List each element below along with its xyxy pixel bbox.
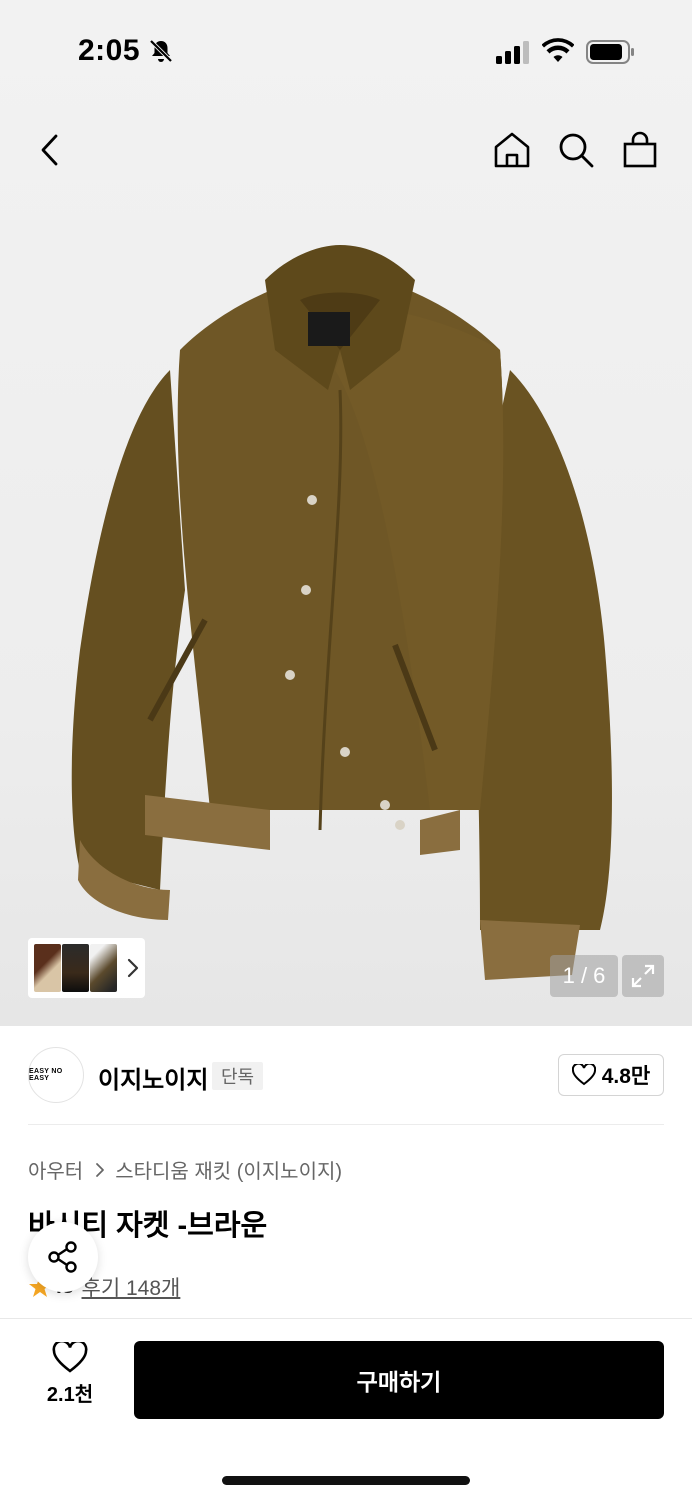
breadcrumb: 아우터 스타디움 재킷 (이지노이지) — [28, 1155, 342, 1184]
shopping-bag-icon — [623, 131, 657, 168]
home-icon — [494, 132, 530, 168]
search-button[interactable] — [552, 126, 600, 174]
wishlist-count: 2.1천 — [46, 1384, 94, 1406]
brand-like-button[interactable]: 4.8만 — [558, 1054, 664, 1096]
divider — [28, 1124, 664, 1125]
cellular-signal-icon — [496, 41, 529, 64]
chevron-right-icon — [127, 958, 139, 978]
wishlist-button[interactable]: 2.1천 — [30, 1342, 110, 1418]
thumbnail[interactable] — [34, 944, 61, 992]
brand-logo-text: EASY NO EASY — [29, 1068, 63, 1082]
brand-like-count: 4.8만 — [601, 1065, 651, 1088]
status-time: 2:05 — [78, 34, 141, 67]
expand-icon — [631, 964, 655, 988]
review-link[interactable]: 후기 148개 — [82, 1272, 181, 1302]
brand-name[interactable]: 이지노이지 — [98, 1060, 208, 1095]
product-detail-page: 2:05 1 / 6 EASY NO EASY 이지노이지 단독 4.8만 아우… — [0, 0, 692, 1500]
image-counter: 1 / 6 — [550, 955, 618, 997]
chevron-right-icon — [96, 1162, 105, 1177]
thumbnail-strip[interactable] — [28, 938, 145, 998]
battery-icon — [586, 40, 634, 64]
back-button[interactable] — [26, 126, 74, 174]
heart-icon — [52, 1342, 88, 1373]
bottom-bar-divider — [0, 1318, 692, 1319]
product-image — [71, 245, 612, 980]
chevron-left-icon — [41, 134, 58, 166]
wifi-icon — [542, 38, 574, 62]
home-indicator — [222, 1476, 470, 1485]
share-icon — [48, 1241, 77, 1273]
home-button[interactable] — [488, 126, 536, 174]
status-bar: 2:05 — [0, 0, 692, 100]
expand-button[interactable] — [622, 955, 664, 997]
breadcrumb-subcategory[interactable]: 스타디움 재킷 (이지노이지) — [115, 1155, 342, 1184]
breadcrumb-category[interactable]: 아우터 — [28, 1155, 83, 1184]
exclusive-badge: 단독 — [212, 1062, 264, 1090]
cart-button[interactable] — [616, 126, 664, 174]
bell-slash-icon — [149, 39, 173, 63]
product-image-gallery[interactable]: 2:05 1 / 6 — [0, 0, 692, 1026]
brand-logo[interactable]: EASY NO EASY — [28, 1047, 84, 1103]
thumbnail[interactable] — [90, 944, 117, 992]
share-button[interactable] — [28, 1222, 98, 1292]
thumbnail[interactable] — [62, 944, 89, 992]
buy-button[interactable]: 구매하기 — [134, 1341, 664, 1419]
heart-icon — [571, 1064, 596, 1086]
search-icon — [559, 133, 594, 168]
